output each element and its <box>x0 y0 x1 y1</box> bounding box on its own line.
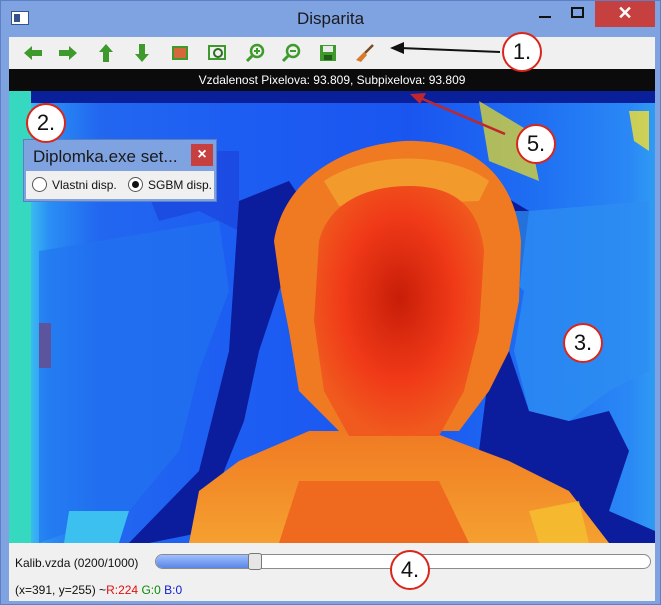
annotation-arrows <box>390 42 506 136</box>
arrow-1-head <box>390 42 404 54</box>
callout-1: 1. <box>502 32 542 72</box>
arrow-5-line <box>417 95 506 136</box>
arrow-1-line <box>399 47 501 53</box>
callout-3: 3. <box>563 323 603 363</box>
callout-5: 5. <box>516 124 556 164</box>
callout-2: 2. <box>26 103 66 143</box>
callout-4: 4. <box>390 550 430 590</box>
